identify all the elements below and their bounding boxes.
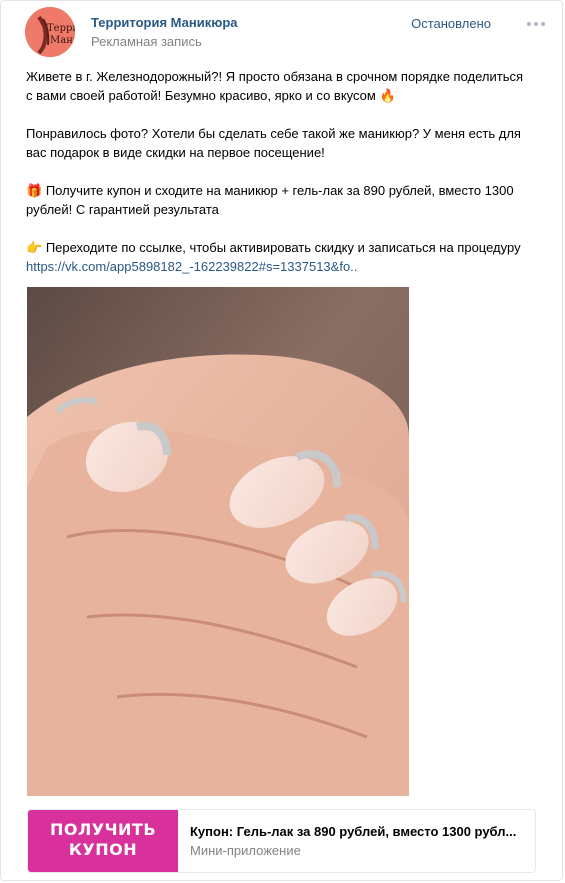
avatar-text-line2: Мани — [50, 35, 75, 46]
group-name-link[interactable]: Территория Маникюра — [91, 15, 238, 30]
avatar-logo-image: Терри Мани — [25, 7, 75, 57]
status-link[interactable]: Остановлено — [411, 16, 491, 31]
more-dot — [527, 22, 531, 26]
ad-post-card: Терри Мани Территория Маникюра Рекламная… — [0, 0, 563, 881]
more-horizontal-icon[interactable] — [526, 13, 546, 31]
fire-emoji: 🔥 — [379, 88, 396, 103]
coupon-button-line1: ПОЛУЧИТЬ — [49, 820, 157, 839]
pointing-right-emoji: 👉 — [26, 240, 43, 255]
p2-line2: вас подарок в виде скидки на первое посе… — [26, 145, 325, 160]
group-avatar[interactable]: Терри Мани — [25, 7, 75, 57]
paragraph-3: 🎁 Получите купон и сходите на маникюр + … — [26, 181, 541, 219]
gift-emoji: 🎁 — [26, 183, 43, 198]
ad-label: Рекламная запись — [91, 34, 202, 49]
manicure-photo-image — [27, 287, 409, 796]
more-dot — [534, 22, 538, 26]
p1-line1: Живете в г. Железнодорожный?! Я просто о… — [26, 69, 524, 84]
coupon-button-line2: КУПОН — [68, 840, 138, 859]
p3-line1: Получите купон и сходите на маникюр + ге… — [45, 183, 514, 198]
post-photo[interactable] — [27, 287, 409, 796]
paragraph-4: 👉 Переходите по ссылке, чтобы активирова… — [26, 238, 541, 276]
post-link[interactable]: https://vk.com/app5898182_-162239822#s=1… — [26, 259, 357, 274]
p1-line2: с вами своей работой! Безумно красиво, я… — [26, 88, 376, 103]
more-dot — [541, 22, 545, 26]
app-snippet[interactable]: ПОЛУЧИТЬ КУПОН Купон: Гель-лак за 890 ру… — [27, 809, 536, 873]
snippet-title[interactable]: Купон: Гель-лак за 890 рублей, вместо 13… — [190, 824, 530, 839]
paragraph-2: Понравилось фото? Хотели бы сделать себе… — [26, 124, 541, 162]
paragraph-1: Живете в г. Железнодорожный?! Я просто о… — [26, 67, 541, 105]
avatar-text-line1: Терри — [47, 23, 75, 34]
post-text: Живете в г. Железнодорожный?! Я просто о… — [26, 67, 541, 295]
post-header: Терри Мани Территория Маникюра Рекламная… — [25, 7, 546, 57]
get-coupon-button[interactable]: ПОЛУЧИТЬ КУПОН — [28, 810, 178, 872]
snippet-subtitle: Мини-приложение — [190, 843, 301, 858]
p3-line2: рублей! С гарантией результата — [26, 202, 219, 217]
p4-line1: Переходите по ссылке, чтобы активировать… — [45, 240, 521, 255]
p2-line1: Понравилось фото? Хотели бы сделать себе… — [26, 126, 521, 141]
